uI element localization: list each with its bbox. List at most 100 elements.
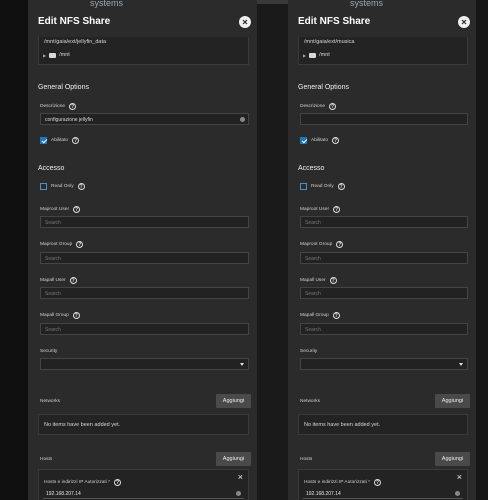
- host-input[interactable]: 192.168.207.14: [303, 488, 463, 499]
- abilitato-checkbox[interactable]: Abilitato ?: [300, 137, 340, 144]
- help-icon[interactable]: ?: [72, 312, 80, 319]
- help-icon[interactable]: ?: [332, 137, 340, 144]
- security-select[interactable]: [300, 358, 468, 370]
- add-host-button[interactable]: Aggiungi: [435, 452, 470, 466]
- maproot-group-input[interactable]: Search: [40, 252, 249, 264]
- clear-icon[interactable]: [455, 491, 460, 496]
- maproot-user-placeholder: Search: [305, 220, 321, 226]
- mapall-user-label-text: Mapall User: [40, 278, 66, 283]
- edit-nfs-share-panel-left: systems Edit NFS Share /mnt/gaia/ext/jel…: [28, 0, 257, 500]
- mapall-group-placeholder: Search: [45, 327, 61, 333]
- help-icon[interactable]: ?: [76, 241, 84, 248]
- panel-title: Edit NFS Share: [38, 16, 111, 27]
- general-options-heading: General Options: [38, 84, 89, 91]
- maproot-user-input[interactable]: Search: [40, 216, 249, 228]
- remove-host-icon[interactable]: ×: [238, 473, 243, 482]
- networks-empty-state: No items have been added yet.: [38, 414, 249, 435]
- add-network-button[interactable]: Aggiungi: [216, 394, 251, 408]
- close-icon[interactable]: [239, 16, 251, 28]
- help-icon[interactable]: ?: [114, 479, 122, 486]
- help-icon[interactable]: ?: [332, 312, 340, 319]
- networks-label: Networks: [300, 399, 320, 404]
- remove-host-icon[interactable]: ×: [457, 473, 462, 482]
- add-host-button[interactable]: Aggiungi: [216, 452, 251, 466]
- edit-nfs-share-panel-right: systems Edit NFS Share /mnt/gaia/ext/mus…: [288, 0, 476, 500]
- chevron-down-icon[interactable]: [240, 363, 244, 366]
- read-only-checkbox[interactable]: Read Only ?: [300, 183, 345, 190]
- abilitato-check-box[interactable]: [300, 137, 307, 144]
- descrizione-input[interactable]: [300, 113, 468, 125]
- chevron-down-icon[interactable]: [459, 363, 463, 366]
- mapall-user-input[interactable]: Search: [300, 287, 468, 299]
- brand-text: systems: [90, 0, 124, 8]
- maproot-group-label-text: Maproot Group: [300, 242, 333, 247]
- descrizione-input[interactable]: configurazione jellyfin: [40, 113, 249, 125]
- read-only-check-box[interactable]: [40, 183, 47, 190]
- general-options-heading: General Options: [298, 84, 349, 91]
- host-field-label-text: Hosts e indirizzi IP Autorizzati *: [44, 480, 111, 485]
- clear-icon[interactable]: [236, 491, 241, 496]
- clear-icon[interactable]: [240, 117, 245, 122]
- panel-header: systems Edit NFS Share: [28, 0, 257, 38]
- mapall-user-label-text: Mapall User: [300, 278, 326, 283]
- help-icon[interactable]: ?: [73, 206, 81, 213]
- add-network-button[interactable]: Aggiungi: [435, 394, 470, 408]
- maproot-group-label: Maproot Group ?: [40, 241, 84, 248]
- help-icon[interactable]: ?: [329, 103, 337, 110]
- help-icon[interactable]: ?: [336, 241, 344, 248]
- abilitato-check-box[interactable]: [40, 137, 47, 144]
- maproot-user-label: Maproot User ?: [40, 206, 81, 213]
- mapall-user-label: Mapall User ?: [40, 277, 77, 284]
- read-only-checkbox[interactable]: Read Only ?: [40, 183, 85, 190]
- mapall-group-label: Mapall Group ?: [40, 312, 80, 319]
- mapall-group-input[interactable]: Search: [40, 323, 249, 335]
- help-icon[interactable]: ?: [69, 277, 77, 284]
- mapall-group-input[interactable]: Search: [300, 323, 468, 335]
- abilitato-checkbox[interactable]: Abilitato ?: [40, 137, 80, 144]
- tree-item[interactable]: ▶ /mnt: [43, 52, 70, 58]
- background-edge: [476, 0, 488, 500]
- help-icon[interactable]: ?: [374, 479, 382, 486]
- expand-caret-icon[interactable]: ▶: [303, 53, 306, 58]
- descrizione-label: Descrizione ?: [40, 103, 77, 110]
- maproot-group-label: Maproot Group ?: [300, 241, 344, 248]
- maproot-group-placeholder: Search: [305, 256, 321, 262]
- security-select[interactable]: [40, 358, 249, 370]
- help-icon[interactable]: ?: [72, 137, 80, 144]
- path-value: /mnt/gaia/ext/jellyfin_data: [44, 39, 107, 45]
- networks-empty-state: No items have been added yet.: [298, 414, 468, 435]
- maproot-user-label-text: Maproot User: [300, 207, 330, 212]
- help-icon[interactable]: ?: [333, 206, 341, 213]
- tree-item-label: /mnt: [319, 52, 330, 58]
- brand-text: systems: [350, 0, 384, 8]
- accesso-heading: Accesso: [298, 165, 325, 172]
- help-icon[interactable]: ?: [69, 103, 77, 110]
- mapall-group-placeholder: Search: [305, 327, 321, 333]
- close-icon[interactable]: [458, 16, 470, 28]
- host-input[interactable]: 192.168.207.14: [43, 488, 244, 499]
- maproot-user-input[interactable]: Search: [300, 216, 468, 228]
- host-field-label: Hosts e indirizzi IP Autorizzati * ?: [44, 479, 122, 486]
- maproot-group-label-text: Maproot Group: [40, 242, 73, 247]
- mapall-user-input[interactable]: Search: [40, 287, 249, 299]
- read-only-label: Read Only: [311, 184, 334, 189]
- descrizione-label: Descrizione ?: [300, 103, 337, 110]
- mapall-user-label: Mapall User ?: [300, 277, 337, 284]
- help-icon[interactable]: ?: [77, 183, 85, 190]
- folder-icon: [49, 52, 57, 58]
- mapall-group-label-text: Mapall Group: [300, 313, 329, 318]
- help-icon[interactable]: ?: [329, 277, 337, 284]
- read-only-check-box[interactable]: [300, 183, 307, 190]
- maproot-user-label-text: Maproot User: [40, 207, 70, 212]
- path-explorer[interactable]: /mnt/gaia/ext/jellyfin_data ▶ /mnt: [38, 37, 249, 65]
- descrizione-label-text: Descrizione: [40, 104, 66, 109]
- maproot-user-placeholder: Search: [45, 220, 61, 226]
- expand-caret-icon[interactable]: ▶: [43, 53, 46, 58]
- host-value: 192.168.207.14: [306, 491, 341, 497]
- path-explorer[interactable]: /mnt/gaia/ext/musica ▶ /mnt: [298, 37, 468, 65]
- help-icon[interactable]: ?: [337, 183, 345, 190]
- tree-item[interactable]: ▶ /mnt: [303, 52, 330, 58]
- host-entry: × Hosts e indirizzi IP Autorizzati * ? 1…: [298, 469, 468, 500]
- host-value: 192.168.207.14: [46, 491, 81, 497]
- maproot-group-input[interactable]: Search: [300, 252, 468, 264]
